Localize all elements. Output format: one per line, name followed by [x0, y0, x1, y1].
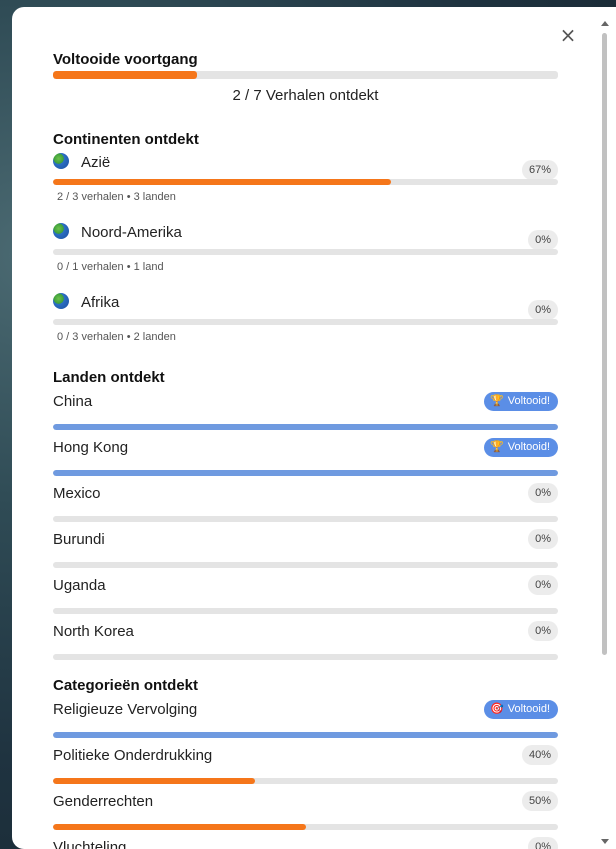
country-progress-fill [53, 424, 558, 430]
percent-badge: 0% [528, 575, 558, 595]
continent-meta: 0 / 3 verhalen • 2 landen [57, 331, 176, 343]
continents-title: Continenten ontdekt [53, 131, 199, 148]
globe-icon [53, 153, 69, 169]
country-label: Mexico [53, 485, 101, 502]
scroll-up-arrow-icon[interactable] [601, 21, 609, 26]
category-progress-fill [53, 778, 255, 784]
percent-badge: 0% [528, 230, 558, 250]
completed-badge: 🏆 Voltooid! [484, 392, 558, 411]
country-progress-bar [53, 424, 558, 430]
continent-progress-bar [53, 319, 558, 325]
continent-progress-fill [53, 179, 392, 185]
continent-row-africa: Afrika [53, 293, 119, 311]
continent-progress-bar [53, 179, 558, 185]
continent-label: Noord-Amerika [81, 224, 182, 241]
country-progress-bar [53, 608, 558, 614]
globe-icon [53, 223, 69, 239]
close-button[interactable]: × [558, 25, 578, 45]
continent-row-asia: Azië [53, 153, 110, 171]
category-label: Religieuze Vervolging [53, 701, 198, 718]
continent-row-north-america: Noord-Amerika [53, 223, 182, 241]
completed-badge: 🏆 Voltooid! [484, 438, 558, 457]
globe-icon [53, 293, 69, 309]
country-progress-fill [53, 470, 558, 476]
country-label: Burundi [53, 531, 105, 548]
progress-modal: × Voltooide voortgang 2 / 7 Verhalen ont… [12, 7, 616, 849]
continent-progress-bar [53, 249, 558, 255]
country-progress-bar [53, 470, 558, 476]
country-progress-bar [53, 654, 558, 660]
category-progress-fill [53, 732, 558, 738]
percent-badge: 0% [528, 621, 558, 641]
overall-progress-fill [53, 71, 198, 79]
percent-badge: 40% [521, 745, 558, 765]
percent-badge: 50% [521, 791, 558, 811]
category-progress-fill [53, 824, 306, 830]
countries-title: Landen ontdekt [53, 369, 165, 386]
category-progress-bar [53, 732, 558, 738]
category-progress-bar [53, 824, 558, 830]
continent-label: Azië [81, 154, 111, 171]
country-progress-bar [53, 562, 558, 568]
category-label: Politieke Onderdrukking [53, 747, 213, 764]
country-progress-bar [53, 516, 558, 522]
completed-badge: 🎯 Voltooid! [484, 700, 558, 719]
country-label: North Korea [53, 623, 134, 640]
country-label: China [53, 393, 93, 410]
overall-progress-bar [53, 71, 558, 79]
percent-badge: 0% [528, 837, 558, 849]
scroll-thumb[interactable] [602, 33, 607, 655]
overall-summary: 2 / 7 Verhalen ontdekt [232, 87, 379, 104]
percent-badge: 0% [528, 529, 558, 549]
continent-meta: 0 / 1 verhalen • 1 land [57, 261, 164, 273]
target-icon: 🎯 [490, 703, 504, 715]
scrollbar[interactable] [601, 21, 609, 847]
overall-title: Voltooide voortgang [53, 51, 198, 68]
scroll-down-arrow-icon[interactable] [601, 839, 609, 844]
percent-badge: 0% [528, 483, 558, 503]
country-label: Hong Kong [53, 439, 129, 456]
percent-badge: 0% [528, 300, 558, 320]
category-label: Vluchteling [53, 839, 127, 849]
trophy-icon: 🏆 [490, 441, 504, 453]
categories-title: Categorieën ontdekt [53, 677, 199, 694]
trophy-icon: 🏆 [490, 395, 504, 407]
continent-label: Afrika [81, 294, 120, 311]
category-label: Genderrechten [53, 793, 154, 810]
continent-meta: 2 / 3 verhalen • 3 landen [57, 191, 176, 203]
country-label: Uganda [53, 577, 106, 594]
category-progress-bar [53, 778, 558, 784]
percent-badge: 67% [521, 160, 558, 180]
